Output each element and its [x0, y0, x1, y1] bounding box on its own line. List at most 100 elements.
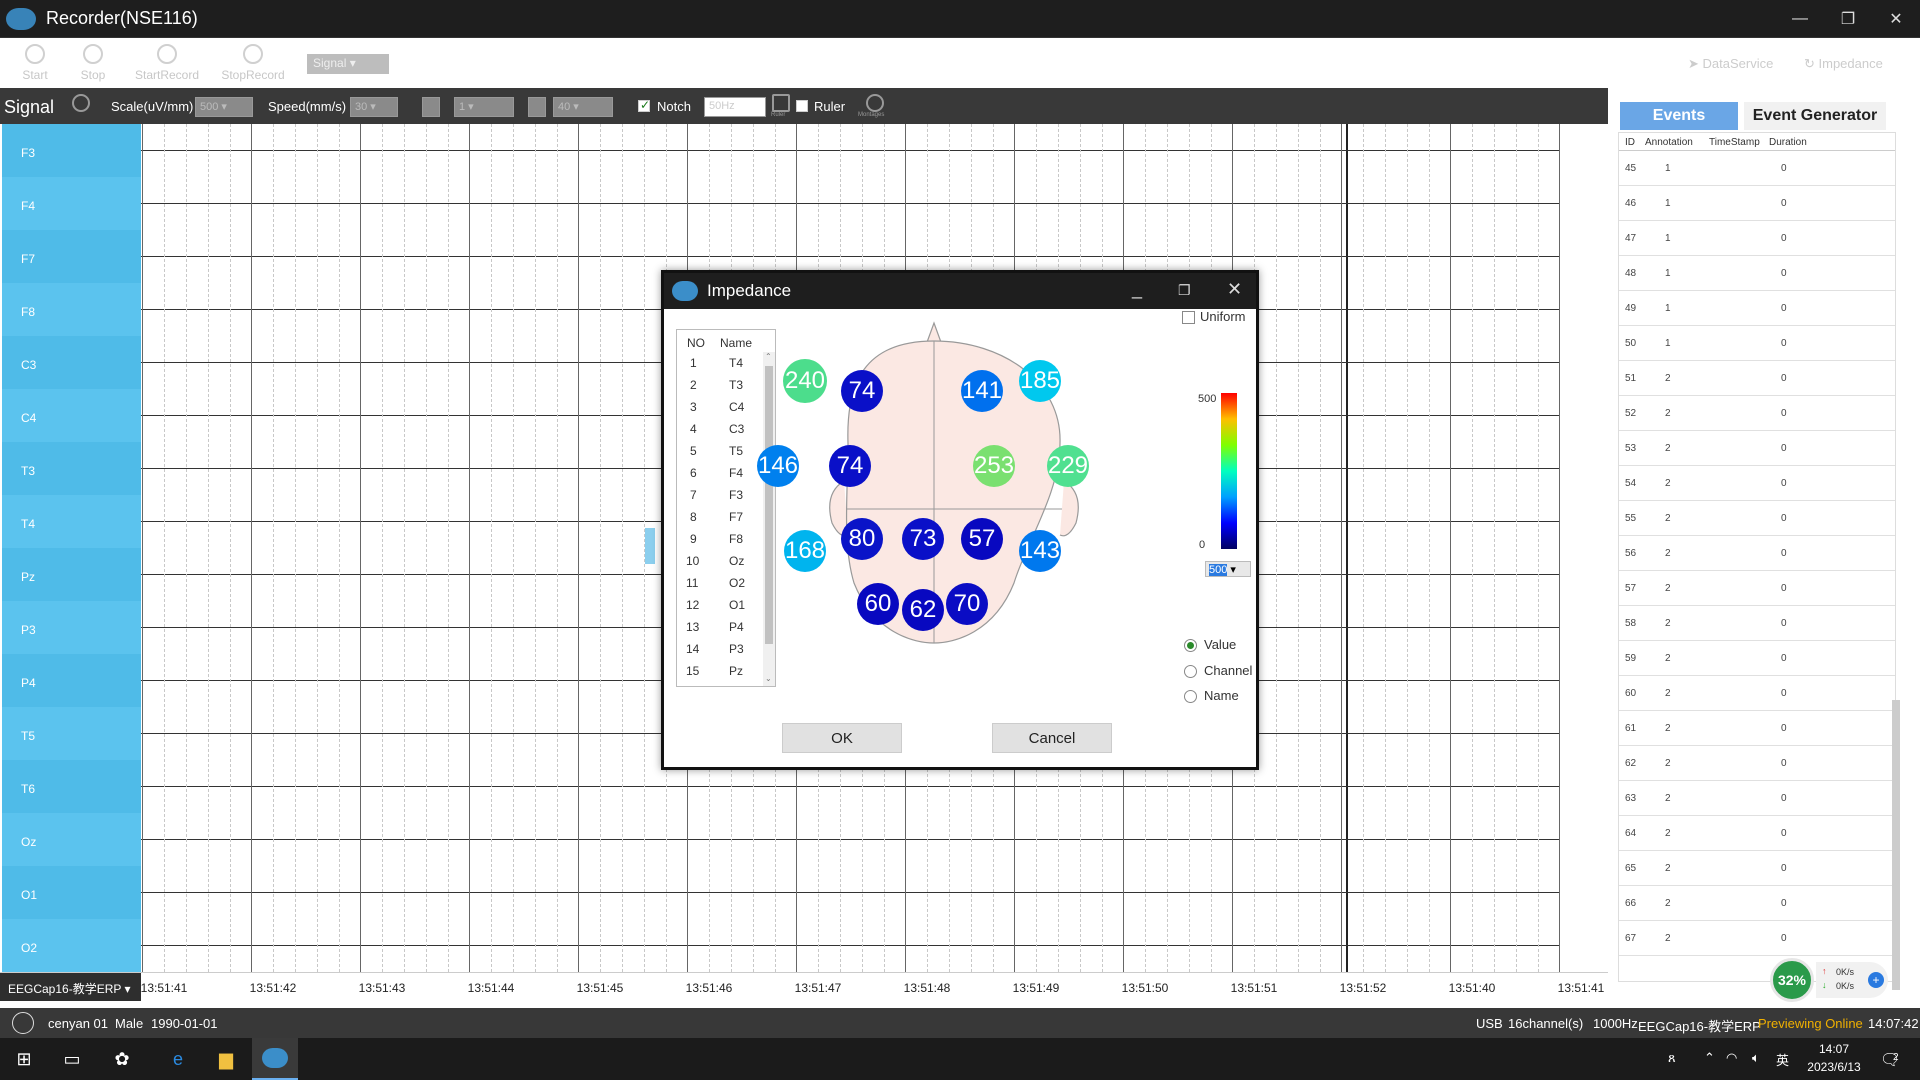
- clock-time[interactable]: 14:07: [1805, 1042, 1863, 1056]
- list-item[interactable]: 1 T4: [677, 352, 763, 374]
- table-row[interactable]: 58 2 0: [1619, 606, 1895, 641]
- radio-name[interactable]: [1184, 690, 1197, 703]
- ok-button[interactable]: OK: [782, 723, 902, 753]
- stop-record-button[interactable]: StopRecord: [218, 44, 288, 82]
- table-row[interactable]: 54 2 0: [1619, 466, 1895, 501]
- mode-select[interactable]: Signal ▾: [307, 54, 389, 74]
- impedance-button[interactable]: ↻ Impedance: [1804, 56, 1883, 72]
- dialog-minimize-icon[interactable]: _: [1132, 279, 1142, 300]
- start-button[interactable]: Start: [20, 44, 50, 82]
- channel-label[interactable]: T4: [2, 495, 141, 548]
- ruler-icon[interactable]: [772, 94, 790, 112]
- channel-label[interactable]: C3: [2, 336, 141, 389]
- table-row[interactable]: 48 1 0: [1619, 256, 1895, 291]
- montages-icon[interactable]: [866, 94, 884, 112]
- channel-label[interactable]: F8: [2, 283, 141, 336]
- list-item[interactable]: 9 F8: [677, 528, 763, 550]
- lowpass-checkbox[interactable]: [422, 97, 440, 117]
- dialog-close-icon[interactable]: ✕: [1227, 279, 1242, 300]
- close-button[interactable]: ✕: [1872, 0, 1920, 38]
- show-hidden-icons-icon[interactable]: ⌃: [1704, 1050, 1715, 1066]
- table-row[interactable]: 59 2 0: [1619, 641, 1895, 676]
- file-explorer-icon[interactable]: ▆: [212, 1045, 240, 1073]
- dialog-restore-icon[interactable]: ❐: [1178, 282, 1191, 299]
- channel-label[interactable]: F4: [2, 177, 141, 230]
- table-row[interactable]: 50 1 0: [1619, 326, 1895, 361]
- people-icon[interactable]: ጸ: [1668, 1050, 1676, 1066]
- restore-button[interactable]: ❐: [1824, 0, 1872, 38]
- table-row[interactable]: 63 2 0: [1619, 781, 1895, 816]
- app-pinned-icon[interactable]: ✿: [108, 1045, 136, 1073]
- electrode-impedance[interactable]: 62: [902, 589, 944, 631]
- notch-checkbox[interactable]: ✓: [638, 98, 650, 112]
- electrode-impedance[interactable]: 240: [783, 359, 827, 403]
- list-item[interactable]: 15 Pz: [677, 660, 763, 682]
- table-row[interactable]: 47 1 0: [1619, 221, 1895, 256]
- minimize-button[interactable]: —: [1776, 0, 1824, 38]
- clock-date[interactable]: 2023/6/13: [1800, 1060, 1868, 1074]
- tab-event-generator[interactable]: Event Generator: [1744, 102, 1886, 130]
- channel-label[interactable]: F7: [2, 230, 141, 283]
- electrode-impedance[interactable]: 146: [757, 445, 799, 487]
- channel-label[interactable]: Oz: [2, 813, 141, 866]
- montage-select[interactable]: EEGCap16-教学ERP ▾: [0, 973, 141, 1001]
- electrode-impedance[interactable]: 70: [946, 583, 988, 625]
- lowpass-select[interactable]: 1 ▾: [454, 97, 514, 117]
- recorder-taskbar-icon[interactable]: [252, 1038, 298, 1080]
- electrode-impedance[interactable]: 229: [1047, 445, 1089, 487]
- time-cursor[interactable]: [1346, 124, 1348, 972]
- edge-browser-icon[interactable]: e: [164, 1045, 192, 1073]
- electrode-impedance[interactable]: 74: [829, 445, 871, 487]
- stop-button[interactable]: Stop: [78, 44, 108, 82]
- channel-label[interactable]: C4: [2, 389, 141, 442]
- electrode-impedance[interactable]: 253: [973, 445, 1015, 487]
- channel-label[interactable]: O1: [2, 866, 141, 919]
- table-row[interactable]: 55 2 0: [1619, 501, 1895, 536]
- channel-label[interactable]: P3: [2, 601, 141, 654]
- electrode-impedance[interactable]: 168: [784, 530, 826, 572]
- electrode-impedance[interactable]: 60: [857, 583, 899, 625]
- speed-select[interactable]: 30 ▾: [350, 97, 398, 117]
- scale-select[interactable]: 500 ▾: [195, 97, 253, 117]
- highpass-checkbox[interactable]: [528, 97, 546, 117]
- list-item[interactable]: 4 C3: [677, 418, 763, 440]
- channel-label[interactable]: P4: [2, 654, 141, 707]
- uniform-checkbox[interactable]: [1182, 311, 1195, 324]
- electrode-impedance[interactable]: 185: [1019, 360, 1061, 402]
- table-row[interactable]: 62 2 0: [1619, 746, 1895, 781]
- list-item[interactable]: 12 O1: [677, 594, 763, 616]
- table-row[interactable]: 51 2 0: [1619, 361, 1895, 396]
- channel-label[interactable]: T6: [2, 760, 141, 813]
- event-marker[interactable]: [645, 528, 655, 564]
- table-row[interactable]: 52 2 0: [1619, 396, 1895, 431]
- table-row[interactable]: 61 2 0: [1619, 711, 1895, 746]
- start-record-button[interactable]: StartRecord: [132, 44, 202, 82]
- ruler-checkbox[interactable]: [796, 100, 808, 112]
- table-row[interactable]: 53 2 0: [1619, 431, 1895, 466]
- list-item[interactable]: 5 T5: [677, 440, 763, 462]
- windows-start-icon[interactable]: ⊞: [10, 1045, 38, 1073]
- radio-channel[interactable]: [1184, 665, 1197, 678]
- scroll-down-icon[interactable]: ⌄: [765, 674, 772, 683]
- electrode-impedance[interactable]: 141: [961, 370, 1003, 412]
- electrode-impedance[interactable]: 73: [902, 518, 944, 560]
- task-view-icon[interactable]: ▭: [58, 1045, 86, 1073]
- channel-label[interactable]: T5: [2, 707, 141, 760]
- list-item[interactable]: 13 P4: [677, 616, 763, 638]
- list-item[interactable]: 14 P3: [677, 638, 763, 660]
- highpass-select[interactable]: 40 ▾: [553, 97, 613, 117]
- scroll-thumb[interactable]: [765, 366, 773, 644]
- electrode-list-scrollbar[interactable]: ⌃ ⌄: [763, 352, 775, 686]
- network-usage-badge[interactable]: 32%: [1770, 958, 1814, 1002]
- channel-label[interactable]: T3: [2, 442, 141, 495]
- radio-value[interactable]: [1184, 639, 1197, 652]
- list-item[interactable]: 6 F4: [677, 462, 763, 484]
- list-item[interactable]: 3 C4: [677, 396, 763, 418]
- table-row[interactable]: 60 2 0: [1619, 676, 1895, 711]
- volume-icon[interactable]: 🔈︎: [1752, 1050, 1760, 1066]
- electrode-impedance[interactable]: 80: [841, 518, 883, 560]
- scroll-up-icon[interactable]: ⌃: [765, 352, 772, 361]
- list-item[interactable]: 2 T3: [677, 374, 763, 396]
- events-scrollbar[interactable]: [1892, 700, 1900, 990]
- ime-indicator[interactable]: 英: [1776, 1050, 1789, 1069]
